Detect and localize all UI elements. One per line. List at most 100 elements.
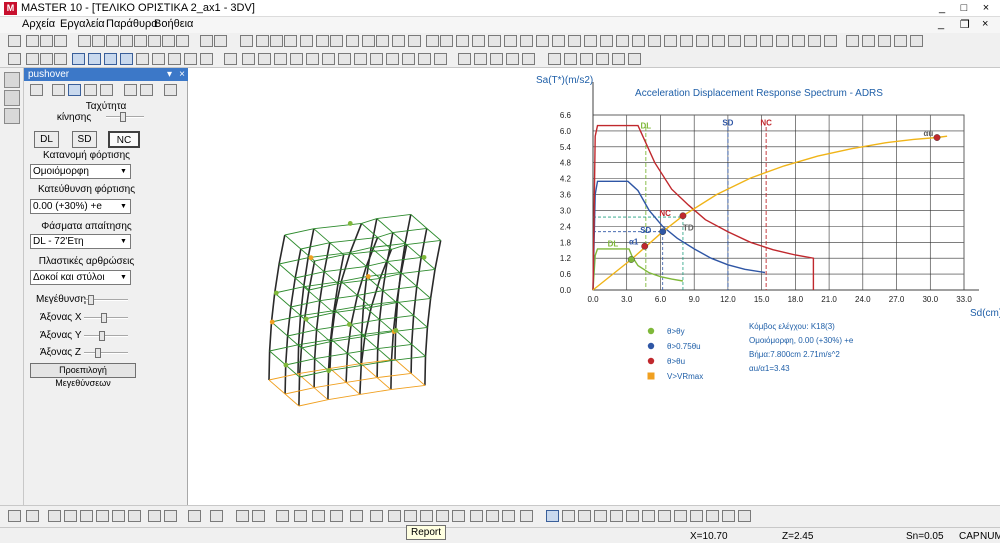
toolbar2-button-7[interactable]	[120, 53, 133, 65]
bottom-toolbar-button-35[interactable]	[642, 510, 655, 522]
bottom-toolbar-button-7[interactable]	[128, 510, 141, 522]
toolbar1-button-54[interactable]	[878, 35, 891, 47]
toolbar1-button-14[interactable]	[240, 35, 253, 47]
toolbar1-button-16[interactable]	[270, 35, 283, 47]
bottom-toolbar-button-17[interactable]	[330, 510, 343, 522]
bottom-toolbar-button-22[interactable]	[420, 510, 433, 522]
toolbar2-button-12[interactable]	[200, 53, 213, 65]
toolbar2-button-28[interactable]	[474, 53, 487, 65]
bottom-toolbar-button-1[interactable]	[26, 510, 39, 522]
toolbar1-button-43[interactable]	[696, 35, 709, 47]
toolbar2-button-14[interactable]	[242, 53, 255, 65]
toolbar1-button-46[interactable]	[744, 35, 757, 47]
toolbar1-button-55[interactable]	[894, 35, 907, 47]
sd-button[interactable]: SD	[72, 131, 97, 148]
bottom-toolbar-button-31[interactable]	[578, 510, 591, 522]
toolbar1-button-21[interactable]	[346, 35, 359, 47]
grid-icon[interactable]	[164, 84, 177, 96]
close-button[interactable]: ×	[976, 1, 996, 15]
bottom-toolbar-button-4[interactable]	[80, 510, 93, 522]
bottom-toolbar-button-26[interactable]	[486, 510, 499, 522]
bottom-toolbar-button-30[interactable]	[562, 510, 575, 522]
toolbar2-button-36[interactable]	[612, 53, 625, 65]
bottom-toolbar-button-34[interactable]	[626, 510, 639, 522]
toolbar2-button-22[interactable]	[370, 53, 383, 65]
bottom-toolbar-button-28[interactable]	[520, 510, 533, 522]
toolbar2-button-25[interactable]	[418, 53, 431, 65]
toolbar1-button-40[interactable]	[648, 35, 661, 47]
toolbar1-button-23[interactable]	[376, 35, 389, 47]
toolbar1-button-33[interactable]	[536, 35, 549, 47]
toolbar1-button-26[interactable]	[426, 35, 439, 47]
zoom-out-icon[interactable]	[140, 84, 153, 96]
toolbar2-button-23[interactable]	[386, 53, 399, 65]
dl-button[interactable]: DL	[34, 131, 59, 148]
toolbar2-button-26[interactable]	[434, 53, 447, 65]
toolbar2-button-4[interactable]	[72, 53, 85, 65]
nc-button[interactable]: NC	[108, 131, 140, 148]
toolbar2-button-15[interactable]	[258, 53, 271, 65]
layers-icon[interactable]	[4, 72, 20, 88]
mdi-minimize-button[interactable]: _	[938, 18, 944, 30]
toolbar1-button-20[interactable]	[330, 35, 343, 47]
toolbar1-button-29[interactable]	[472, 35, 485, 47]
toolbar2-button-33[interactable]	[564, 53, 577, 65]
bottom-toolbar-button-15[interactable]	[294, 510, 307, 522]
toolbar1-button-7[interactable]	[120, 35, 133, 47]
mdi-close-button[interactable]: ×	[982, 18, 988, 30]
toolbar1-button-8[interactable]	[134, 35, 147, 47]
bottom-toolbar-button-40[interactable]	[722, 510, 735, 522]
axis-y-slider-thumb[interactable]	[99, 331, 105, 341]
toolbar1-button-56[interactable]	[910, 35, 923, 47]
bottom-toolbar-button-2[interactable]	[48, 510, 61, 522]
toolbar2-button-5[interactable]	[88, 53, 101, 65]
toolbar1-button-13[interactable]	[214, 35, 227, 47]
load-direction-select[interactable]: 0.00 (+30%) +e ▼	[30, 199, 131, 214]
toolbar1-button-52[interactable]	[846, 35, 859, 47]
bottom-toolbar-button-37[interactable]	[674, 510, 687, 522]
toolbar2-button-3[interactable]	[54, 53, 67, 65]
toolbar2-button-17[interactable]	[290, 53, 303, 65]
bottom-toolbar-button-8[interactable]	[148, 510, 161, 522]
bottom-toolbar-button-27[interactable]	[502, 510, 515, 522]
menu-windows[interactable]: Παράθυρα	[106, 18, 158, 30]
bottom-toolbar-button-6[interactable]	[112, 510, 125, 522]
axis-x-slider-thumb[interactable]	[101, 313, 107, 323]
bottom-toolbar-button-24[interactable]	[452, 510, 465, 522]
toolbar1-button-47[interactable]	[760, 35, 773, 47]
toolbar1-button-15[interactable]	[256, 35, 269, 47]
toolbar1-button-0[interactable]	[8, 35, 21, 47]
bottom-toolbar-button-19[interactable]	[370, 510, 383, 522]
panel-close-icon[interactable]: ×	[179, 68, 185, 81]
panel-pin-icon[interactable]: ▾	[167, 68, 172, 81]
toolbar1-button-48[interactable]	[776, 35, 789, 47]
bottom-toolbar-button-39[interactable]	[706, 510, 719, 522]
toolbar2-button-0[interactable]	[8, 53, 21, 65]
menu-files[interactable]: Αρχεία	[22, 18, 55, 30]
toolbar2-button-18[interactable]	[306, 53, 319, 65]
bottom-toolbar-button-3[interactable]	[64, 510, 77, 522]
toolbar1-button-50[interactable]	[808, 35, 821, 47]
demand-spectra-select[interactable]: DL - 72'Ετη ▼	[30, 234, 131, 249]
toolbar1-button-35[interactable]	[568, 35, 581, 47]
plastic-hinges-select[interactable]: Δοκοί και στύλοι ▼	[30, 270, 131, 285]
toolbar1-button-49[interactable]	[792, 35, 805, 47]
structure-3d-model[interactable]	[268, 213, 442, 407]
bottom-toolbar-button-14[interactable]	[276, 510, 289, 522]
menu-help[interactable]: Βοήθεια	[154, 18, 193, 30]
maximize-button[interactable]: □	[954, 1, 974, 15]
toolbar2-button-31[interactable]	[522, 53, 535, 65]
toolbar1-button-1[interactable]	[26, 35, 39, 47]
toolbar1-button-39[interactable]	[632, 35, 645, 47]
toolbar2-button-8[interactable]	[136, 53, 149, 65]
toolbar1-button-42[interactable]	[680, 35, 693, 47]
toolbar1-button-19[interactable]	[316, 35, 329, 47]
skip-end-icon[interactable]	[100, 84, 113, 96]
skip-start-icon[interactable]	[52, 84, 65, 96]
toolbar2-button-34[interactable]	[580, 53, 593, 65]
bottom-toolbar-button-5[interactable]	[96, 510, 109, 522]
toolbar2-button-6[interactable]	[104, 53, 117, 65]
toolbar2-button-16[interactable]	[274, 53, 287, 65]
toolbar1-button-11[interactable]	[176, 35, 189, 47]
magnify-slider[interactable]	[84, 295, 128, 305]
